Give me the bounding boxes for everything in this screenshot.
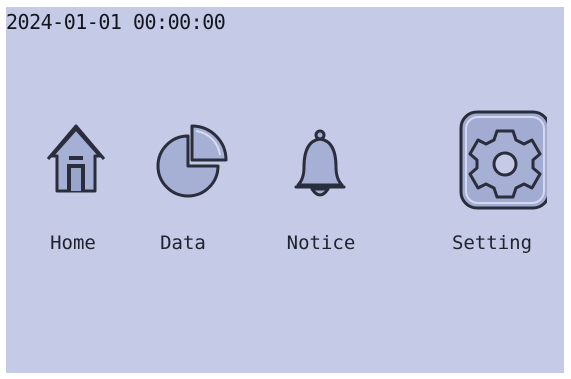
menu-item-home-label: Home: [50, 232, 96, 254]
menu-item-data[interactable]: Data: [128, 109, 238, 269]
datetime-display: 2024-01-01 00:00:00: [6, 10, 226, 34]
menu-item-notice[interactable]: Notice: [266, 109, 376, 269]
menu-item-setting[interactable]: Setting: [437, 109, 547, 269]
bell-icon: [294, 129, 346, 197]
menu-item-data-label: Data: [160, 232, 206, 254]
gear-icon: [459, 110, 547, 210]
menu-item-notice-label: Notice: [286, 232, 356, 254]
home-icon: [46, 124, 106, 193]
pie-chart-icon: [156, 124, 228, 198]
menu-item-home[interactable]: Home: [18, 109, 128, 269]
device-screen: 2024-01-01 00:00:00 Home Data Notice Set…: [6, 7, 564, 373]
menu-item-setting-label: Setting: [451, 232, 533, 254]
